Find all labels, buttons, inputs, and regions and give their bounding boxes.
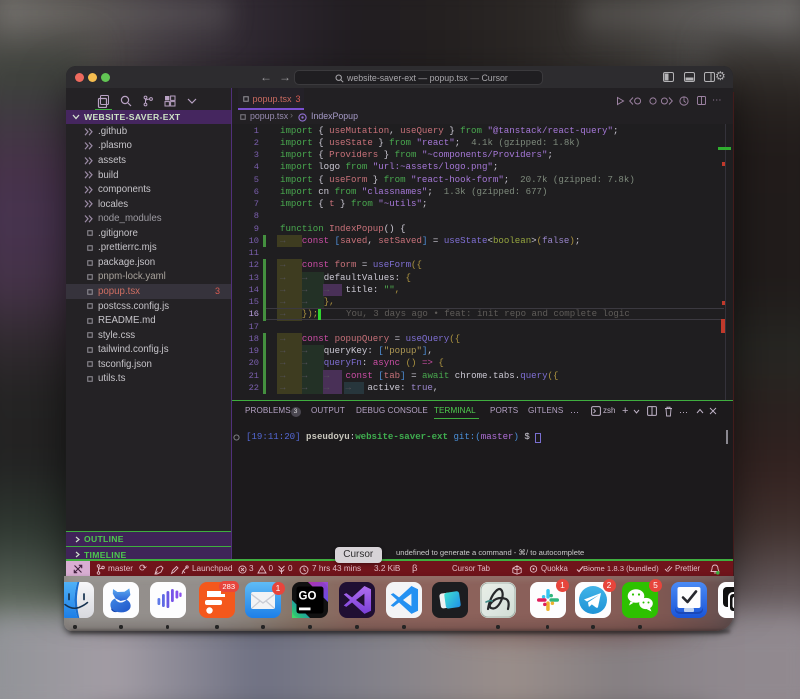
svg-text:GO: GO [299, 591, 317, 603]
